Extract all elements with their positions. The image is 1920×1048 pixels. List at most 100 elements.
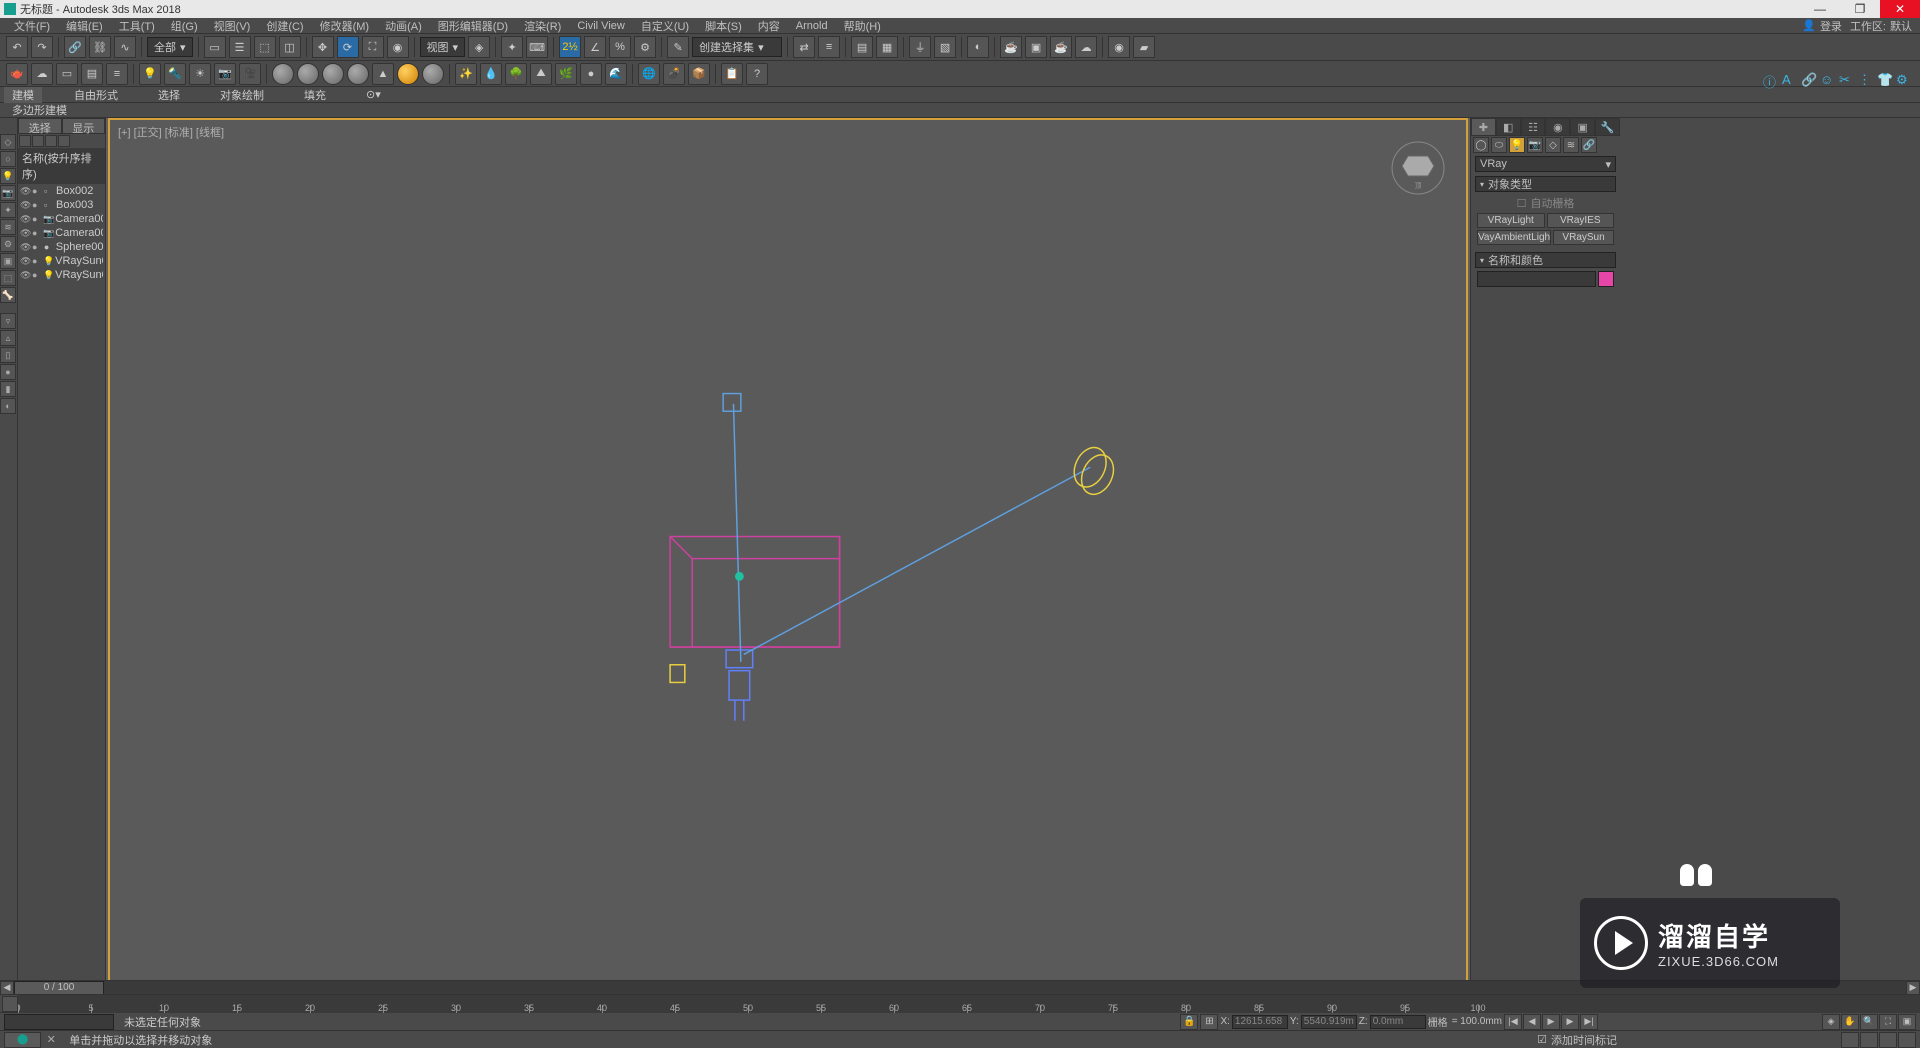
torus-icon[interactable] bbox=[422, 63, 444, 85]
cp-sub-helpers[interactable]: ◇ bbox=[1545, 137, 1561, 153]
menu-tools[interactable]: 工具(T) bbox=[113, 18, 161, 34]
vt-geometry-icon[interactable]: ◇ bbox=[0, 134, 16, 150]
material-editor-button[interactable]: ◐ bbox=[967, 36, 989, 58]
timetag-checkbox[interactable]: ☑ 添加时间标记 bbox=[1537, 1032, 1617, 1048]
ribbon-tab-freeform[interactable]: 自由形式 bbox=[66, 87, 126, 103]
vraysun-button[interactable]: VRaySun bbox=[1553, 230, 1614, 245]
eye-icon[interactable]: 👁 bbox=[20, 186, 30, 196]
angle-snap-button[interactable]: ∠ bbox=[584, 36, 606, 58]
toggle-ribbon-button[interactable]: ▦ bbox=[876, 36, 898, 58]
omni-light-icon[interactable]: 💡 bbox=[139, 63, 161, 85]
ribbon-tab-selection[interactable]: 选择 bbox=[150, 87, 188, 103]
menu-group[interactable]: 组(G) bbox=[165, 18, 204, 34]
list-item[interactable]: 👁●💡VRaySun0 bbox=[18, 268, 105, 282]
freeze-icon[interactable]: ● bbox=[32, 242, 42, 252]
workspace-selector[interactable]: 工作区: 默认 bbox=[1850, 18, 1912, 34]
timeslider-next-button[interactable]: ▶ bbox=[1906, 981, 1920, 995]
se-tool2[interactable] bbox=[32, 135, 44, 147]
sphere-primitive-icon[interactable] bbox=[272, 63, 294, 85]
render-a360-button[interactable]: ☁ bbox=[1075, 36, 1097, 58]
timeslider-track[interactable]: 0 / 100 bbox=[14, 981, 1906, 995]
vt-filter6-icon[interactable]: ◐ bbox=[0, 398, 16, 414]
eye-icon[interactable]: 👁 bbox=[20, 270, 30, 280]
tree-icon[interactable]: 🌳 bbox=[505, 63, 527, 85]
chain-icon[interactable]: 🔗 bbox=[1801, 72, 1817, 88]
coord-y-input[interactable]: 5540.919m bbox=[1301, 1015, 1357, 1029]
earth-icon[interactable]: 🌐 bbox=[638, 63, 660, 85]
menu-render[interactable]: 渲染(R) bbox=[518, 18, 567, 34]
list-icon[interactable]: ≡ bbox=[106, 63, 128, 85]
vt-systems-icon[interactable]: ⚙ bbox=[0, 236, 16, 252]
viewport[interactable]: [+] [正交] [标准] [线框] bbox=[108, 118, 1468, 1014]
layer-button[interactable]: ▤ bbox=[851, 36, 873, 58]
scene-tab-display[interactable]: 显示 bbox=[62, 118, 106, 134]
menu-view[interactable]: 视图(V) bbox=[208, 18, 257, 34]
ribbon-tab-objectpaint[interactable]: 对象绘制 bbox=[212, 87, 272, 103]
cp-sub-cameras[interactable]: 📷 bbox=[1527, 137, 1543, 153]
nav-maxview-button[interactable] bbox=[1879, 1032, 1897, 1048]
eye-icon[interactable]: 👁 bbox=[20, 200, 30, 210]
eye-icon[interactable]: 👁 bbox=[20, 242, 30, 252]
rollout-header-object-type[interactable]: ▾ 对象类型 bbox=[1475, 176, 1616, 192]
timeline-ruler[interactable]: 0510152025303540455055606570758085909510… bbox=[18, 995, 1920, 1013]
cp-sub-shapes[interactable]: ⬭ bbox=[1491, 137, 1507, 153]
freeze-icon[interactable]: ● bbox=[32, 270, 41, 280]
nav-pan-button[interactable]: ✋ bbox=[1841, 1014, 1859, 1030]
edit-named-sel-button[interactable]: ✎ bbox=[667, 36, 689, 58]
select-object-button[interactable]: ▭ bbox=[204, 36, 226, 58]
smile-icon[interactable]: ☺ bbox=[1820, 72, 1836, 88]
vt-filter1-icon[interactable]: ▿ bbox=[0, 313, 16, 329]
shirt-icon[interactable]: 👕 bbox=[1877, 72, 1893, 88]
direct-light-icon[interactable]: ☀ bbox=[189, 63, 211, 85]
named-selection-dropdown[interactable]: 创建选择集 ▾ bbox=[692, 37, 782, 57]
freeze-icon[interactable]: ● bbox=[32, 186, 42, 196]
play-end-button[interactable]: ▶| bbox=[1580, 1014, 1598, 1030]
menu-create[interactable]: 创建(C) bbox=[260, 18, 309, 34]
freeze-icon[interactable]: ● bbox=[32, 200, 42, 210]
vrayies-button[interactable]: VRayIES bbox=[1547, 213, 1615, 228]
manipulate-button[interactable]: ✦ bbox=[501, 36, 523, 58]
vt-lights-icon[interactable]: 💡 bbox=[0, 168, 16, 184]
keyboard-shortcut-button[interactable]: ⌨ bbox=[526, 36, 548, 58]
mirror-button[interactable]: ⇄ bbox=[793, 36, 815, 58]
grid-icon[interactable]: ▤ bbox=[81, 63, 103, 85]
timeslider-handle[interactable]: 0 / 100 bbox=[14, 981, 104, 995]
timeslider-prev-button[interactable]: ◀ bbox=[0, 981, 14, 995]
link-button[interactable]: 🔗 bbox=[64, 36, 86, 58]
vt-xref-icon[interactable]: ⬚ bbox=[0, 270, 16, 286]
rock-icon[interactable]: ● bbox=[580, 63, 602, 85]
isolate-button[interactable]: ◈ bbox=[1822, 1014, 1840, 1030]
ribbon-tab-populate[interactable]: 填充 bbox=[296, 87, 334, 103]
cp-sub-lights[interactable]: 💡 bbox=[1509, 137, 1525, 153]
menu-edit[interactable]: 编辑(E) bbox=[60, 18, 109, 34]
coord-x-input[interactable]: 12615.658 bbox=[1232, 1015, 1288, 1029]
online-render-button[interactable]: ◉ bbox=[1108, 36, 1130, 58]
cylinder-icon[interactable] bbox=[322, 63, 344, 85]
minimize-button[interactable]: — bbox=[1800, 0, 1840, 18]
teapot-icon[interactable]: 🫖 bbox=[6, 63, 28, 85]
vraylight-button[interactable]: VRayLight bbox=[1477, 213, 1545, 228]
snap-2d-button[interactable]: 2½ bbox=[559, 36, 581, 58]
redo-button[interactable]: ↷ bbox=[31, 36, 53, 58]
gear-icon[interactable]: ⚙ bbox=[1896, 72, 1912, 88]
box-icon[interactable]: 📦 bbox=[688, 63, 710, 85]
unlink-button[interactable]: ⛓ bbox=[89, 36, 111, 58]
timeline-expand-button[interactable] bbox=[2, 996, 18, 1012]
selection-filter-dropdown[interactable]: 全部 ▾ bbox=[147, 37, 193, 57]
scene-explorer-title[interactable]: 名称(按升序排序) bbox=[18, 148, 105, 184]
menu-content[interactable]: 内容 bbox=[752, 18, 786, 34]
menu-script[interactable]: 脚本(S) bbox=[699, 18, 748, 34]
align-button[interactable]: ≡ bbox=[818, 36, 840, 58]
ref-coord-dropdown[interactable]: 视图 ▾ bbox=[420, 37, 466, 57]
cone-icon[interactable] bbox=[347, 63, 369, 85]
freeze-icon[interactable]: ● bbox=[32, 256, 41, 266]
nav-zoomall-button[interactable]: ⛶ bbox=[1879, 1014, 1897, 1030]
script-icon[interactable]: 📋 bbox=[721, 63, 743, 85]
menu-modifier[interactable]: 修改器(M) bbox=[314, 18, 376, 34]
help-icon[interactable]: ? bbox=[746, 63, 768, 85]
pivot-center-button[interactable]: ◈ bbox=[468, 36, 490, 58]
autogrid-checkbox[interactable]: ☐自动栅格 bbox=[1477, 195, 1614, 211]
vt-filter3-icon[interactable]: ▯ bbox=[0, 347, 16, 363]
script-tab[interactable]: ⬤ bbox=[4, 1032, 41, 1048]
select-scale-button[interactable]: ⛶ bbox=[362, 36, 384, 58]
